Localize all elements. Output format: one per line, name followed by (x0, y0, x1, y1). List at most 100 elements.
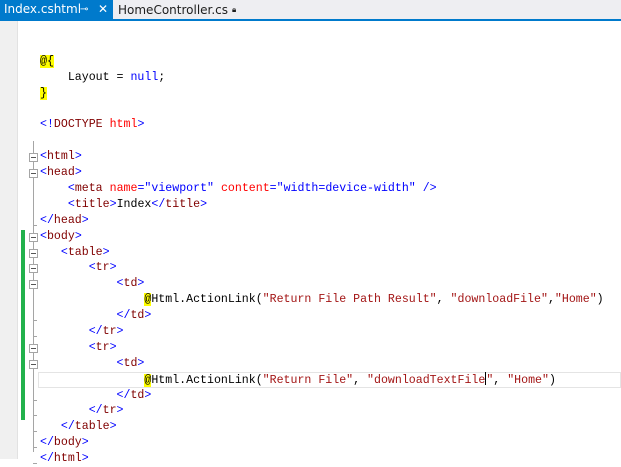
fold-end-marker (33, 447, 37, 449)
tag-delimiter: > (200, 197, 208, 211)
code-line[interactable]: <html> (0, 149, 621, 165)
code-text: , (547, 293, 555, 307)
code-line[interactable]: <td> (0, 356, 621, 372)
tag-delimiter: ="width=device-width" /> (269, 182, 437, 196)
collapse-icon[interactable] (29, 359, 38, 369)
code-line[interactable]: </tr> (0, 403, 621, 419)
element-name: tr (102, 325, 117, 339)
element-name: meta (74, 182, 110, 196)
string-literal: "Return File" (262, 373, 354, 387)
element-name: tr (95, 340, 110, 354)
tag-delimiter: < (40, 150, 47, 164)
attribute-name: content (220, 182, 270, 196)
element-name: body (46, 229, 75, 243)
pin-icon[interactable]: ⊸ (80, 0, 88, 19)
tab-homecontroller-cs[interactable]: HomeController.cs 🔒︎ (114, 0, 236, 19)
element-name: body (53, 436, 82, 450)
tag-delimiter: > (137, 356, 145, 370)
tag-delimiter: > (109, 340, 117, 354)
code-line[interactable]: <!DOCTYPE html> (0, 117, 621, 133)
collapse-icon[interactable] (29, 264, 38, 274)
code-line[interactable]: </tr> (0, 324, 621, 340)
code-text: ) (548, 373, 556, 387)
close-icon[interactable]: ✕ (98, 0, 108, 19)
tag-delimiter: </ (151, 197, 166, 211)
code-line[interactable]: @Html.ActionLink("Return File Path Resul… (0, 292, 621, 308)
code-line[interactable]: </td> (0, 388, 621, 404)
string-literal: "downloadFile" (450, 293, 548, 307)
tag-delimiter: > (144, 309, 152, 323)
collapse-icon[interactable] (29, 343, 38, 353)
tag-delimiter: > (74, 229, 82, 243)
tag-delimiter: </ (88, 404, 103, 418)
fold-end-marker (33, 399, 37, 401)
tab-label: HomeController.cs (118, 3, 229, 17)
collapse-icon[interactable] (29, 280, 38, 290)
tab-index-cshtml[interactable]: Index.cshtml ⊸ ✕ (0, 0, 113, 19)
string-literal: "downloadTextFile (367, 373, 486, 387)
tag-delimiter: > (81, 213, 89, 227)
tag-delimiter: </ (116, 309, 131, 323)
tag-delimiter: ="viewport" (137, 182, 221, 196)
tag-delimiter: </ (88, 325, 103, 339)
string-literal: "Return File Path Result" (262, 293, 437, 307)
code-line[interactable] (0, 102, 621, 118)
tag-delimiter: < (40, 166, 47, 180)
code-line[interactable]: } (0, 86, 621, 102)
tag-delimiter: > (137, 118, 145, 132)
tag-delimiter: > (81, 436, 89, 450)
tag-delimiter: > (116, 404, 124, 418)
tag-delimiter: </ (40, 436, 54, 450)
code-text: ; (158, 70, 166, 84)
code-line[interactable]: <head> (0, 165, 621, 181)
code-line[interactable]: <tr> (0, 340, 621, 356)
fold-end-marker (33, 336, 37, 338)
code-line[interactable] (0, 38, 621, 54)
tag-delimiter: < (67, 182, 75, 196)
code-line[interactable]: Layout = null; (0, 70, 621, 86)
collapse-icon[interactable] (29, 169, 38, 179)
tag-delimiter: > (109, 197, 117, 211)
element-name: head (46, 166, 75, 180)
code-line[interactable]: @Html.ActionLink("Return File", "downloa… (0, 371, 621, 388)
tag-delimiter: > (74, 150, 82, 164)
tag-delimiter: </ (60, 420, 75, 434)
tag-delimiter: > (137, 277, 145, 291)
element-name: table (67, 245, 103, 259)
element-name: html (46, 150, 75, 164)
code-line[interactable]: @{ (0, 54, 621, 70)
tab-label: Index.cshtml (4, 2, 82, 16)
code-line[interactable]: </body> (0, 435, 621, 451)
tag-delimiter: </ (116, 388, 131, 402)
element-name: table (74, 420, 110, 434)
element-name: td (123, 277, 138, 291)
tag-delimiter: < (60, 245, 68, 259)
code-line[interactable]: </table> (0, 419, 621, 435)
code-line[interactable]: </html> (0, 451, 621, 467)
tag-delimiter: </ (40, 213, 54, 227)
collapse-icon[interactable] (29, 248, 38, 258)
code-editor[interactable]: @{ Layout = null;} <!DOCTYPE html> <html> <… (0, 38, 621, 467)
fold-end-marker (33, 320, 37, 322)
collapse-icon[interactable] (29, 232, 38, 242)
code-line[interactable]: <title>Index</title> (0, 197, 621, 213)
code-line[interactable]: <meta name="viewport" content="width=dev… (0, 181, 621, 197)
code-line[interactable]: <body> (0, 229, 621, 245)
code-line[interactable] (0, 133, 621, 149)
code-line[interactable]: <tr> (0, 260, 621, 276)
code-line[interactable]: <table> (0, 245, 621, 261)
fold-end-marker (33, 431, 37, 433)
tag-delimiter: < (88, 340, 96, 354)
keyword: null (130, 70, 159, 84)
code-line[interactable]: </td> (0, 308, 621, 324)
code-line[interactable]: <td> (0, 276, 621, 292)
collapse-icon[interactable] (29, 153, 38, 163)
code-line[interactable]: </head> (0, 213, 621, 229)
